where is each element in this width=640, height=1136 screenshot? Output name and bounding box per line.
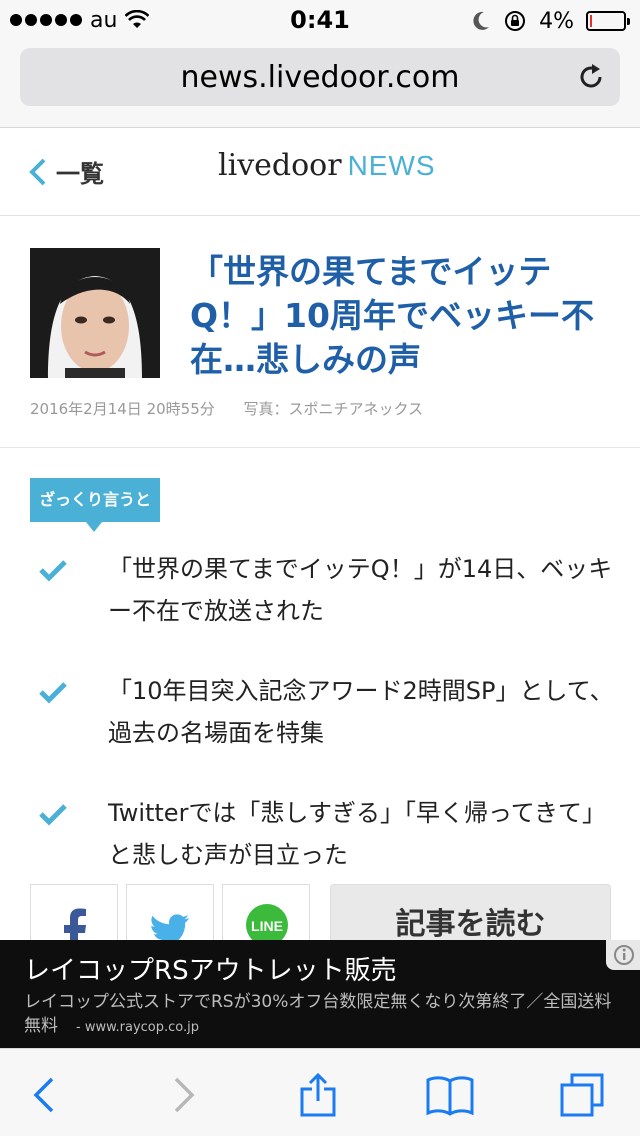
ad-banner[interactable]: レイコップRSアウトレット販売 レイコップ公式ストアでRSが30%オフ台数限定無… — [0, 940, 640, 1048]
browser-address-area: news.livedoor.com — [0, 40, 640, 128]
browser-toolbar — [0, 1048, 640, 1136]
chevron-left-icon — [29, 158, 46, 185]
article-headline[interactable]: 「世界の果てまでイッテQ！」10周年でベッキー不在…悲しみの声 — [190, 250, 610, 382]
site-logo[interactable]: livedoor NEWS — [218, 148, 436, 183]
summary-point: 「10年目突入記念アワード2時間SP」として、過去の名場面を特集 — [30, 670, 620, 754]
logo-livedoor: livedoor — [218, 148, 342, 183]
summary-point: Twitterでは「悲しすぎる」「早く帰ってきて」と悲しむ声が目立った — [30, 792, 620, 876]
check-icon — [30, 548, 108, 632]
back-icon[interactable] — [22, 1071, 70, 1119]
status-bar: au 0:41 4% — [0, 0, 640, 40]
ad-description: レイコップ公式ストアでRSが30%オフ台数限定無くなり次第終了／全国送料無料 - … — [24, 990, 624, 1040]
share-icon[interactable] — [294, 1071, 342, 1119]
forward-icon[interactable] — [158, 1071, 206, 1119]
tabs-icon[interactable] — [558, 1071, 606, 1119]
line-label: LINE — [251, 918, 283, 934]
moon-icon — [473, 11, 490, 30]
back-to-list-button[interactable]: 一覧 — [28, 154, 104, 189]
check-icon — [30, 670, 108, 754]
summary-point-text: 「世界の果てまでイッテQ！」が14日、ベッキー不在で放送された — [108, 555, 613, 625]
summary-point-text: Twitterでは「悲しすぎる」「早く帰ってきて」と悲しむ声が目立った — [108, 799, 607, 869]
battery-icon — [586, 11, 630, 31]
summary-tag-tail — [86, 522, 102, 532]
url-text[interactable]: news.livedoor.com — [20, 60, 620, 95]
back-label: 一覧 — [56, 160, 104, 188]
bookmarks-icon[interactable] — [426, 1071, 474, 1119]
reload-icon[interactable] — [576, 62, 606, 92]
summary-point-text: 「10年目突入記念アワード2時間SP」として、過去の名場面を特集 — [108, 677, 614, 747]
divider — [0, 447, 640, 448]
ad-info-button[interactable] — [606, 940, 640, 970]
summary-tag: ざっくり言うと — [30, 478, 160, 522]
site-header: 一覧 livedoor NEWS — [0, 128, 640, 216]
battery-level — [590, 15, 592, 27]
article-meta: 2016年2月14日 20時55分 写真：スポニチアネックス — [30, 398, 447, 419]
battery-percent: 4% — [539, 8, 574, 34]
summary-points: 「世界の果てまでイッテQ！」が14日、ベッキー不在で放送された 「10年目突入記… — [30, 548, 620, 914]
summary-point: 「世界の果てまでイッテQ！」が14日、ベッキー不在で放送された — [30, 548, 620, 632]
info-icon — [614, 945, 634, 965]
article-date: 2016年2月14日 20時55分 — [30, 400, 215, 418]
rotation-lock-icon — [505, 11, 526, 31]
logo-news: NEWS — [347, 150, 436, 181]
address-bar[interactable]: news.livedoor.com — [20, 48, 620, 106]
check-icon — [30, 792, 108, 876]
photo-credit: 写真：スポニチアネックス — [243, 400, 424, 418]
ad-domain: - www.raycop.co.jp — [76, 1020, 200, 1035]
article-thumbnail — [30, 248, 160, 378]
ad-title[interactable]: レイコップRSアウトレット販売 — [24, 950, 397, 987]
